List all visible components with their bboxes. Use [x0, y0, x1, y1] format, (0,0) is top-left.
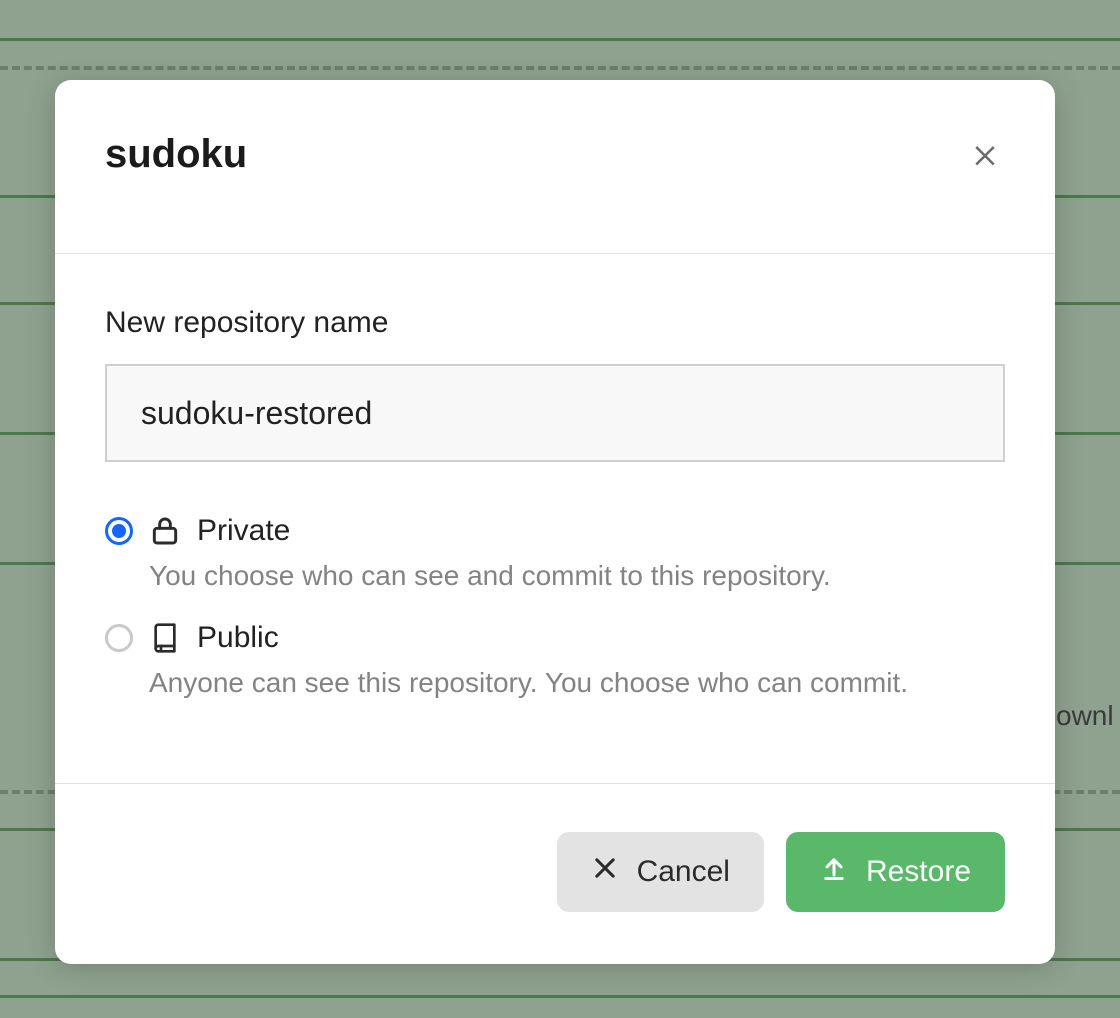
cancel-label: Cancel [637, 855, 730, 889]
radio-public[interactable] [105, 624, 133, 652]
restore-button[interactable]: Restore [786, 832, 1005, 912]
x-icon [591, 854, 619, 890]
modal-header: sudoku [55, 80, 1055, 254]
close-button[interactable] [965, 136, 1005, 176]
modal-footer: Cancel Restore [55, 784, 1055, 964]
repo-name-input[interactable] [105, 364, 1005, 462]
repo-icon [149, 622, 181, 654]
background-partial-text: ownl [1056, 700, 1114, 732]
visibility-public-row[interactable]: Public [105, 621, 1005, 655]
repo-name-label: New repository name [105, 306, 1005, 340]
restore-repo-modal: sudoku New repository name Private You c… [55, 80, 1055, 964]
modal-title: sudoku [105, 132, 247, 177]
modal-body: New repository name Private You choose w… [55, 254, 1055, 784]
close-icon [970, 139, 1000, 174]
public-label: Public [197, 621, 279, 655]
visibility-group: Private You choose who can see and commi… [105, 514, 1005, 703]
private-label: Private [197, 514, 290, 548]
lock-icon [149, 515, 181, 547]
cancel-button[interactable]: Cancel [557, 832, 764, 912]
private-description: You choose who can see and commit to thi… [149, 556, 1005, 597]
radio-private[interactable] [105, 517, 133, 545]
visibility-private-row[interactable]: Private [105, 514, 1005, 548]
public-description: Anyone can see this repository. You choo… [149, 663, 1005, 704]
restore-label: Restore [866, 855, 971, 889]
upload-icon [820, 854, 848, 890]
